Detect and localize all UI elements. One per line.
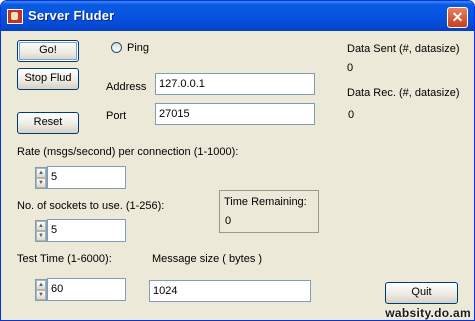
spin-down-icon[interactable]: ▼ <box>36 178 46 188</box>
port-label: Port <box>106 110 127 122</box>
spin-up-icon[interactable]: ▲ <box>36 280 46 290</box>
message-size-input[interactable]: 1024 <box>149 280 311 302</box>
ping-radio[interactable] <box>111 42 122 53</box>
title-bar[interactable]: Server Fluder ✕ <box>1 1 474 31</box>
message-size-label: Message size ( bytes ) <box>152 253 263 265</box>
go-button[interactable]: Go! <box>17 40 79 62</box>
sockets-input[interactable]: 5 <box>47 219 126 242</box>
quit-button[interactable]: Quit <box>385 282 458 304</box>
address-label: Address <box>106 81 147 93</box>
ping-label: Ping <box>127 42 150 54</box>
sockets-spinner[interactable]: ▲ ▼ <box>35 220 47 242</box>
data-sent-value: 0 <box>347 62 354 74</box>
stop-flud-button[interactable]: Stop Flud <box>17 68 79 90</box>
spin-up-icon[interactable]: ▲ <box>36 168 46 178</box>
app-window: Server Fluder ✕ Go! Stop Flud Reset Ping… <box>0 0 475 321</box>
data-rec-value: 0 <box>348 109 355 121</box>
port-input[interactable]: 27015 <box>155 103 315 125</box>
app-icon[interactable] <box>7 9 23 24</box>
test-time-input[interactable]: 60 <box>47 278 126 301</box>
client-area: Go! Stop Flud Reset Ping Address 127.0.0… <box>5 31 470 316</box>
rate-input[interactable]: 5 <box>47 166 126 189</box>
close-button[interactable]: ✕ <box>447 7 468 28</box>
reset-button[interactable]: Reset <box>17 112 79 134</box>
window-title: Server Fluder <box>28 8 115 23</box>
rate-label: Rate (msgs/second) per connection (1-100… <box>17 146 239 158</box>
watermark: wabsity.do.am <box>385 306 471 320</box>
sockets-label: No. of sockets to use. (1-256): <box>17 200 165 212</box>
spin-down-icon[interactable]: ▼ <box>36 231 46 241</box>
test-time-label: Test Time (1-6000): <box>17 253 112 265</box>
time-remaining-value: 0 <box>225 215 232 227</box>
time-remaining-label: Time Remaining: <box>224 196 307 208</box>
test-time-spinner[interactable]: ▲ ▼ <box>35 279 47 301</box>
time-remaining-box: Time Remaining: 0 <box>219 190 319 233</box>
spin-up-icon[interactable]: ▲ <box>36 221 46 231</box>
data-rec-label: Data Rec. (#, datasize) <box>347 87 460 99</box>
data-sent-label: Data Sent (#, datasize) <box>347 43 460 55</box>
address-input[interactable]: 127.0.0.1 <box>155 73 315 95</box>
spin-down-icon[interactable]: ▼ <box>36 290 46 300</box>
rate-spinner[interactable]: ▲ ▼ <box>35 167 47 189</box>
